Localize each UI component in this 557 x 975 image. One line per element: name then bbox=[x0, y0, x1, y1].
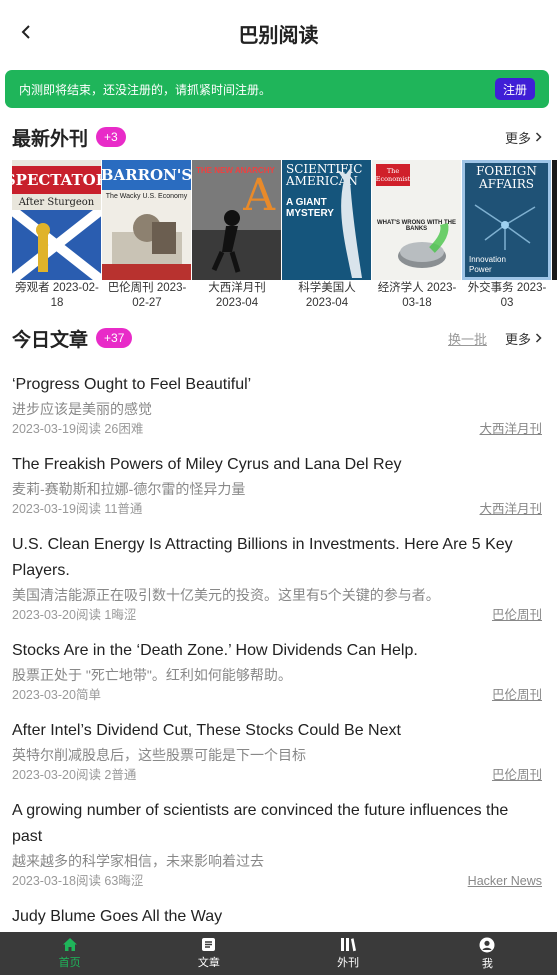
page-title: 巴别阅读 bbox=[238, 24, 319, 47]
article-title: ‘Progress Ought to Feel Beautiful’ bbox=[12, 376, 252, 393]
cover-illustration bbox=[192, 210, 281, 280]
chevron-right-icon bbox=[535, 333, 542, 343]
tab-profile[interactable]: 我 bbox=[418, 932, 557, 975]
magazines-icon bbox=[341, 938, 357, 952]
article-title: Judy Blume Goes All the Way bbox=[12, 908, 223, 925]
magazine-card[interactable]: FOREIGN AFFAIRS Innovation Power 外交事务 20… bbox=[462, 160, 552, 311]
article-icon bbox=[202, 938, 216, 951]
article-subtitle: 进步应该是美丽的感觉 bbox=[12, 401, 152, 417]
register-banner: 内测即将结束，还没注册的，请抓紧时间注册。 注册 bbox=[5, 70, 549, 108]
tab-magazines[interactable]: 外刊 bbox=[279, 932, 418, 975]
article-source-link[interactable]: Hacker News bbox=[468, 872, 542, 890]
cover-masthead: BARRON'S bbox=[102, 160, 191, 190]
magazine-cover: THE NEW ANARCHY A bbox=[192, 160, 281, 280]
article-subtitle: 美国清洁能源正在吸引数十亿美元的投资。这里有5个关键的参与者。 bbox=[12, 587, 440, 603]
magazine-caption: 科学美国人 2023-04 bbox=[298, 282, 356, 309]
more-label: 更多 bbox=[504, 331, 531, 347]
magazine-caption: 巴伦周刊 2023-02-27 bbox=[107, 282, 187, 309]
list-item[interactable]: The Freakish Powers of Miley Cyrus and L… bbox=[12, 452, 542, 518]
list-item[interactable]: After Intel’s Dividend Cut, These Stocks… bbox=[12, 718, 542, 784]
profile-icon bbox=[479, 937, 495, 952]
magazine-carousel[interactable]: SPECTATOR After Sturgeon 旁观者 2023-02-18 … bbox=[12, 160, 557, 315]
list-item[interactable]: ‘Progress Ought to Feel Beautiful’ 进步应该是… bbox=[12, 372, 542, 438]
articles-more-link[interactable]: 更多 bbox=[505, 329, 542, 348]
article-title: The Freakish Powers of Miley Cyrus and L… bbox=[12, 456, 402, 473]
magazine-cover: SCIENTIFIC AMERICAN A GIANT MYSTERY bbox=[282, 160, 371, 280]
tab-label: 文章 bbox=[197, 957, 220, 969]
cover-masthead: FOREIGN AFFAIRS bbox=[476, 164, 537, 191]
article-meta: 2023-03-18阅读 63晦涩 bbox=[12, 874, 144, 888]
article-subtitle: 股票正处于 "死亡地带"。红利如何能够帮助。 bbox=[12, 667, 292, 683]
cover-illustration bbox=[12, 210, 101, 280]
cover-illustration bbox=[337, 166, 362, 278]
article-meta: 2023-03-19阅读 26困难 bbox=[12, 422, 144, 436]
magazines-title: 最新外刊 bbox=[12, 128, 89, 150]
tab-label: 首页 bbox=[58, 957, 81, 969]
cover-headline: Innovation Power bbox=[469, 255, 506, 274]
article-subtitle: 英特尔削减股息后，这些股票可能是下一个目标 bbox=[12, 747, 306, 763]
magazine-caption: 旁观者 2023-02-18 bbox=[15, 282, 99, 309]
article-source-link[interactable]: 巴伦周刊 bbox=[492, 766, 542, 784]
cover-illustration bbox=[474, 204, 536, 250]
back-button[interactable] bbox=[14, 20, 38, 44]
magazine-card[interactable]: BARRON'S The Wacky U.S. Economy 巴伦周刊 202… bbox=[102, 160, 192, 311]
cover-headline: The Wacky U.S. Economy bbox=[105, 193, 188, 200]
list-item[interactable]: Stocks Are in the ‘Death Zone.’ How Divi… bbox=[12, 638, 542, 704]
magazine-cover bbox=[552, 160, 557, 280]
article-subtitle: 麦莉-赛勒斯和拉娜-德尔雷的怪异力量 bbox=[12, 481, 246, 497]
articles-header: 今日文章 +37 换一批 更多 bbox=[12, 324, 542, 352]
article-title: U.S. Clean Energy Is Attracting Billions… bbox=[12, 536, 513, 579]
header: 巴别阅读 bbox=[0, 0, 557, 66]
articles-count-badge: +37 bbox=[96, 328, 133, 348]
article-subtitle: 越来越多的科学家相信，未来影响着过去 bbox=[12, 853, 264, 869]
register-button[interactable]: 注册 bbox=[495, 78, 535, 100]
magazine-caption: 大西洋月刊 2023-04 bbox=[208, 282, 266, 309]
bottom-tab-bar: 首页 文章 外刊 我 bbox=[0, 932, 557, 975]
magazine-cover: SPECTATOR After Sturgeon bbox=[12, 160, 101, 280]
articles-title: 今日文章 bbox=[12, 329, 89, 351]
article-title: A growing number of scientists are convi… bbox=[12, 802, 509, 845]
magazine-card[interactable]: THE NEW ANARCHY A 大西洋月刊 2023-04 bbox=[192, 160, 282, 311]
article-meta: 2023-03-20阅读 2普通 bbox=[12, 768, 137, 782]
magazines-more-link[interactable]: 更多 bbox=[505, 128, 542, 147]
tab-home[interactable]: 首页 bbox=[0, 932, 139, 975]
magazine-cover: FOREIGN AFFAIRS Innovation Power bbox=[462, 160, 551, 280]
tab-label: 我 bbox=[481, 957, 493, 970]
magazines-count-badge: +3 bbox=[96, 127, 126, 147]
magazine-card[interactable]: SCIENTIFIC AMERICAN A GIANT MYSTERY 科学美国… bbox=[282, 160, 372, 311]
magazine-card[interactable]: SPECTATOR After Sturgeon 旁观者 2023-02-18 bbox=[12, 160, 102, 311]
cover-masthead: SPECTATOR bbox=[12, 166, 101, 194]
tab-label: 外刊 bbox=[337, 957, 360, 969]
magazines-header: 最新外刊 +3 更多 bbox=[12, 123, 542, 151]
article-title: Stocks Are in the ‘Death Zone.’ How Divi… bbox=[12, 642, 418, 659]
more-label: 更多 bbox=[504, 130, 531, 146]
article-source-link[interactable]: 巴伦周刊 bbox=[492, 606, 542, 624]
tab-articles[interactable]: 文章 bbox=[139, 932, 278, 975]
refresh-batch-link[interactable]: 换一批 bbox=[448, 329, 487, 348]
chevron-right-icon bbox=[535, 132, 542, 142]
article-source-link[interactable]: 大西洋月刊 bbox=[479, 500, 542, 518]
magazine-cover: BARRON'S The Wacky U.S. Economy bbox=[102, 160, 191, 280]
article-meta: 2023-03-20阅读 1晦涩 bbox=[12, 608, 137, 622]
magazine-caption: 经济学人 2023-03-18 bbox=[377, 282, 457, 309]
banner-text: 内测即将结束，还没注册的，请抓紧时间注册。 bbox=[19, 82, 272, 97]
chevron-left-icon bbox=[21, 25, 30, 39]
cover-headline: After Sturgeon bbox=[18, 197, 95, 208]
article-meta: 2023-03-20简单 bbox=[12, 688, 101, 702]
cover-illustration bbox=[102, 214, 191, 280]
article-source-link[interactable]: 大西洋月刊 bbox=[479, 420, 542, 438]
list-item[interactable]: A growing number of scientists are convi… bbox=[12, 798, 542, 890]
article-title: After Intel’s Dividend Cut, These Stocks… bbox=[12, 722, 401, 739]
cover-illustration bbox=[398, 223, 449, 268]
list-item[interactable]: Judy Blume Goes All the Way bbox=[12, 904, 542, 930]
magazine-card[interactable]: The Economist WHAT'S WRONG WITH THE BANK… bbox=[372, 160, 462, 311]
home-icon bbox=[62, 938, 77, 951]
list-item[interactable]: U.S. Clean Energy Is Attracting Billions… bbox=[12, 532, 542, 624]
magazine-card-partial[interactable] bbox=[552, 160, 557, 311]
article-meta: 2023-03-19阅读 11普通 bbox=[12, 502, 143, 516]
article-list: ‘Progress Ought to Feel Beautiful’ 进步应该是… bbox=[12, 372, 542, 944]
magazine-caption: 外交事务 2023-03 bbox=[467, 282, 547, 309]
article-source-link[interactable]: 巴伦周刊 bbox=[492, 686, 542, 704]
magazine-cover: The Economist WHAT'S WRONG WITH THE BANK… bbox=[372, 160, 461, 280]
